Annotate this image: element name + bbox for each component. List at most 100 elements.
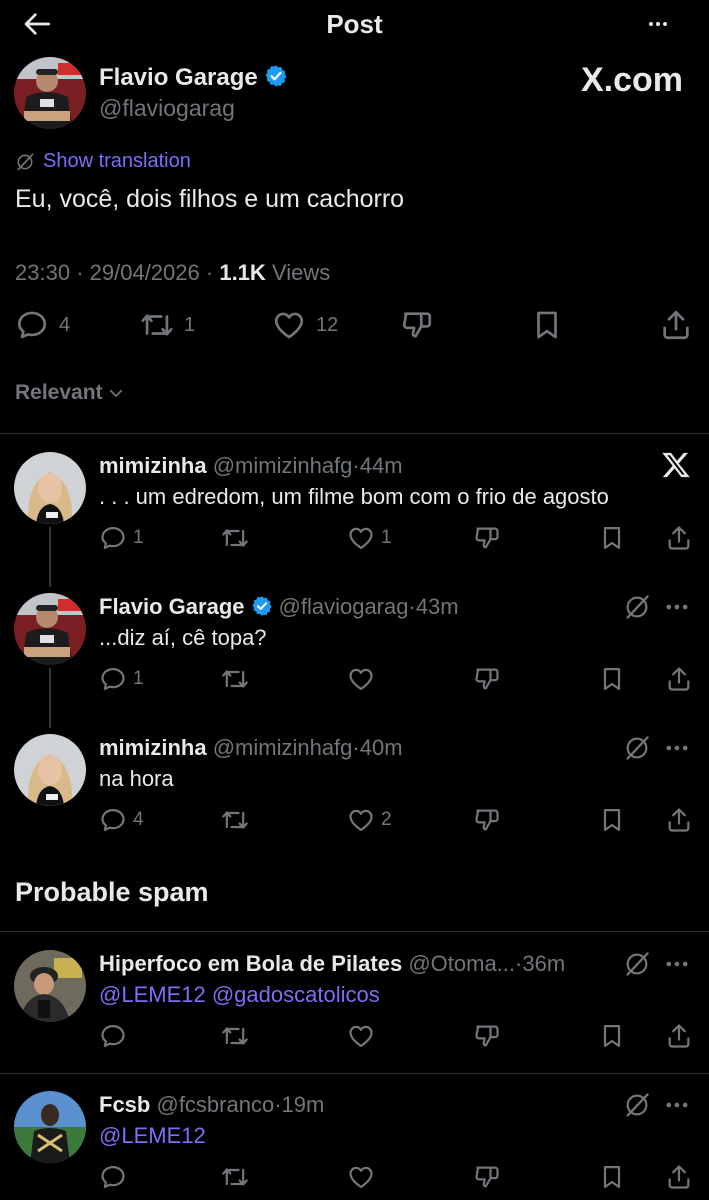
show-translation-button[interactable]: Show translation bbox=[15, 150, 191, 173]
like-button[interactable] bbox=[347, 665, 375, 693]
reply-time[interactable]: 44m bbox=[360, 453, 403, 478]
reply-author-handle[interactable]: @mimizinhafg bbox=[213, 735, 353, 760]
bookmark-icon bbox=[598, 1022, 626, 1050]
repost-button[interactable] bbox=[221, 524, 249, 552]
bookmark-button[interactable] bbox=[598, 806, 626, 834]
share-button[interactable] bbox=[665, 1163, 693, 1191]
reply-action-bar: 1 bbox=[99, 665, 699, 695]
repost-button[interactable] bbox=[221, 806, 249, 834]
avatar[interactable] bbox=[14, 452, 86, 524]
views-count: 1.1K bbox=[219, 260, 266, 285]
reply-author-handle[interactable]: @Otoma... bbox=[408, 951, 515, 976]
divider bbox=[0, 433, 709, 434]
show-translation-label[interactable]: Show translation bbox=[43, 150, 191, 173]
sort-label[interactable]: Relevant bbox=[15, 381, 103, 405]
mention-link[interactable]: @LEME12 bbox=[99, 982, 206, 1007]
reply-button[interactable] bbox=[99, 1163, 127, 1191]
repost-button[interactable] bbox=[221, 1163, 249, 1191]
reply-count: 1 bbox=[133, 527, 144, 548]
more-options-icon[interactable] bbox=[641, 12, 675, 36]
share-button[interactable] bbox=[665, 665, 693, 693]
dislike-button[interactable] bbox=[473, 806, 501, 834]
more-options-icon[interactable] bbox=[663, 950, 691, 978]
reply-header: Hiperfoco em Bola de Pilates @Otoma...·3… bbox=[99, 951, 565, 977]
heart-icon bbox=[272, 308, 306, 342]
reply-action-bar bbox=[99, 1022, 699, 1052]
like-button[interactable]: 2 bbox=[347, 806, 392, 834]
repost-button[interactable]: 1 bbox=[140, 308, 195, 342]
bookmark-button[interactable] bbox=[598, 1163, 626, 1191]
author-name-text[interactable]: Flavio Garage bbox=[99, 64, 258, 91]
avatar[interactable] bbox=[14, 950, 86, 1022]
reply-time[interactable]: 36m bbox=[522, 951, 565, 976]
reply-icon bbox=[15, 308, 49, 342]
share-icon bbox=[665, 665, 693, 693]
reply-author-name[interactable]: Hiperfoco em Bola de Pilates bbox=[99, 951, 402, 976]
dislike-button[interactable] bbox=[473, 665, 501, 693]
grok-icon[interactable] bbox=[623, 950, 651, 978]
reply-text: . . . um edredom, um filme bom com o fri… bbox=[99, 484, 609, 509]
post-date[interactable]: 29/04/2026 bbox=[90, 260, 200, 285]
dislike-button[interactable] bbox=[473, 1163, 501, 1191]
reply-button[interactable]: 1 bbox=[99, 665, 144, 693]
more-options-icon[interactable] bbox=[663, 734, 691, 762]
avatar[interactable] bbox=[14, 593, 86, 665]
sort-replies-dropdown[interactable]: Relevant bbox=[15, 381, 125, 405]
like-button[interactable] bbox=[347, 1163, 375, 1191]
reply-author-handle[interactable]: @flaviogarag bbox=[279, 594, 409, 619]
mention-link[interactable]: @gadoscatolicos bbox=[212, 982, 380, 1007]
more-options-icon[interactable] bbox=[663, 593, 691, 621]
reply-button[interactable]: 1 bbox=[99, 524, 144, 552]
reply-button[interactable]: 4 bbox=[15, 308, 70, 342]
reply-author-handle[interactable]: @mimizinhafg bbox=[213, 453, 353, 478]
grok-icon[interactable] bbox=[623, 734, 651, 762]
share-button[interactable] bbox=[659, 308, 693, 342]
share-icon bbox=[659, 308, 693, 342]
separator: · bbox=[352, 735, 360, 760]
reply-count: 4 bbox=[133, 809, 144, 830]
reply-author-handle[interactable]: @fcsbranco bbox=[156, 1092, 274, 1117]
grok-icon[interactable] bbox=[623, 1091, 651, 1119]
more-options-icon[interactable] bbox=[663, 1091, 691, 1119]
section-title: Probable spam bbox=[15, 877, 209, 907]
dislike-button[interactable] bbox=[400, 308, 434, 342]
reply-author-name[interactable]: Fcsb bbox=[99, 1092, 150, 1117]
reply-time[interactable]: 43m bbox=[416, 594, 459, 619]
bookmark-button[interactable] bbox=[598, 665, 626, 693]
avatar[interactable] bbox=[14, 734, 86, 806]
x-com-watermark: X.com bbox=[579, 58, 683, 102]
reply-header: Flavio Garage @flaviogarag·43m bbox=[99, 594, 459, 620]
reply-button[interactable]: 4 bbox=[99, 806, 144, 834]
author-handle[interactable]: @flaviogarag bbox=[99, 95, 235, 122]
dislike-button[interactable] bbox=[473, 1022, 501, 1050]
grok-icon[interactable] bbox=[623, 593, 651, 621]
reply-author-name[interactable]: mimizinha bbox=[99, 735, 207, 760]
repost-icon bbox=[221, 524, 249, 552]
avatar[interactable] bbox=[14, 57, 86, 129]
reply-author-name[interactable]: mimizinha bbox=[99, 453, 207, 478]
reply-time[interactable]: 40m bbox=[360, 735, 403, 760]
avatar[interactable] bbox=[14, 1091, 86, 1163]
bookmark-icon bbox=[598, 806, 626, 834]
repost-button[interactable] bbox=[221, 665, 249, 693]
reply-time[interactable]: 19m bbox=[282, 1092, 325, 1117]
mention-link[interactable]: @LEME12 bbox=[99, 1123, 206, 1148]
reply-author-name[interactable]: Flavio Garage bbox=[99, 594, 245, 619]
like-button[interactable]: 1 bbox=[347, 524, 392, 552]
like-button[interactable] bbox=[347, 1022, 375, 1050]
bookmark-button[interactable] bbox=[530, 308, 564, 342]
repost-button[interactable] bbox=[221, 1022, 249, 1050]
share-button[interactable] bbox=[665, 806, 693, 834]
share-button[interactable] bbox=[665, 524, 693, 552]
reply-button[interactable] bbox=[99, 1022, 127, 1050]
bookmark-button[interactable] bbox=[598, 524, 626, 552]
reply-text: @LEME12 bbox=[99, 1123, 206, 1149]
dislike-button[interactable] bbox=[473, 524, 501, 552]
author-name[interactable]: Flavio Garage bbox=[99, 64, 288, 92]
bookmark-button[interactable] bbox=[598, 1022, 626, 1050]
like-button[interactable]: 12 bbox=[272, 308, 338, 342]
post-time[interactable]: 23:30 bbox=[15, 260, 70, 285]
share-button[interactable] bbox=[665, 1022, 693, 1050]
thread-connector bbox=[49, 527, 51, 587]
bookmark-icon bbox=[530, 308, 564, 342]
